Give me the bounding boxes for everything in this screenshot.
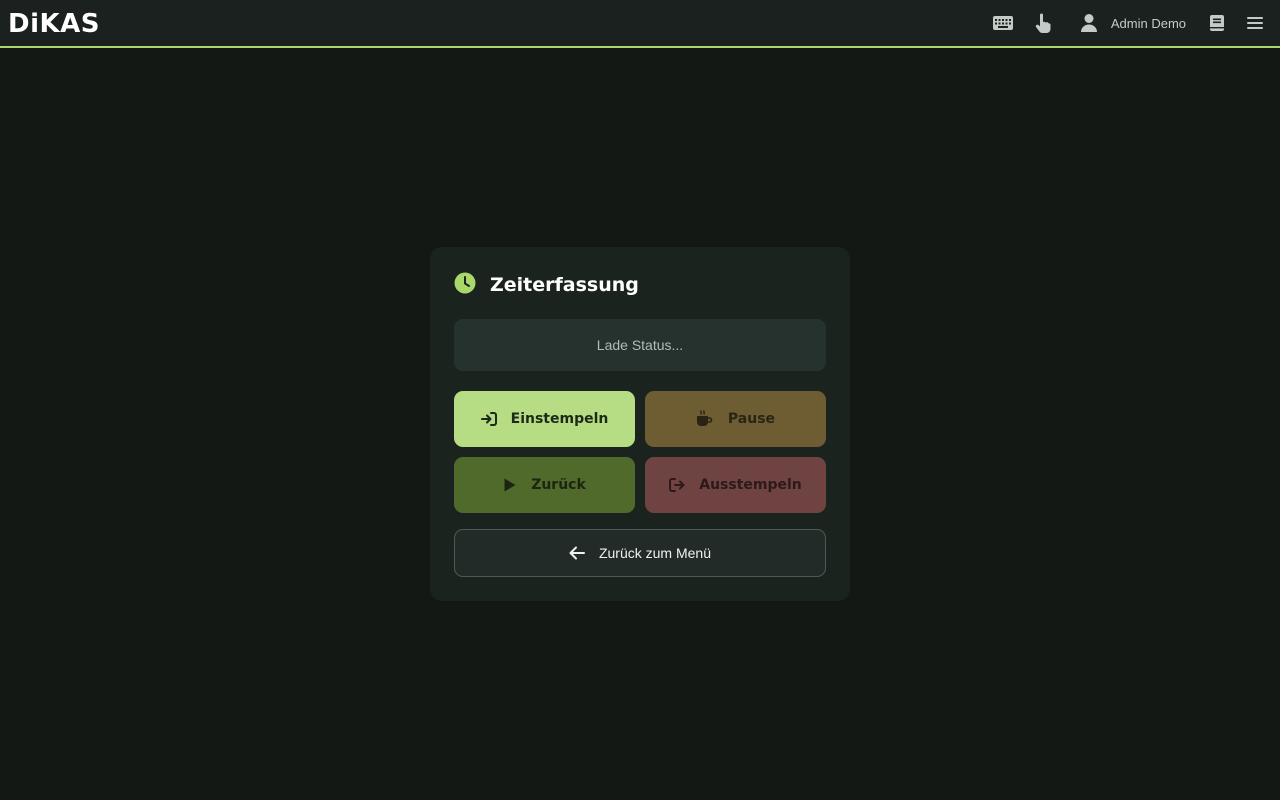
resume-label: Zurück — [531, 477, 586, 493]
clock-icon — [454, 272, 476, 298]
pause-label: Pause — [727, 411, 776, 427]
play-icon — [503, 477, 517, 493]
resume-button[interactable]: Zurück — [454, 457, 635, 513]
clock-in-label: Einstempeln — [510, 411, 609, 427]
pause-button[interactable]: Pause — [645, 391, 826, 447]
time-tracking-card: Zeiterfassung Lade Status... Einstempeln… — [430, 247, 850, 601]
arrow-left-icon — [569, 546, 585, 560]
logo-text: DiKAS — [8, 9, 100, 39]
book-icon[interactable] — [1206, 12, 1228, 34]
clock-out-label: Ausstempeln — [699, 477, 802, 493]
clock-in-button[interactable]: Einstempeln — [454, 391, 635, 447]
card-title: Zeiterfassung — [490, 274, 639, 296]
top-bar: DiKAS Admin Demo — [0, 0, 1280, 48]
topbar-actions: Admin Demo — [992, 0, 1266, 46]
card-header: Zeiterfassung — [454, 272, 639, 298]
coffee-icon — [696, 410, 714, 428]
user-icon[interactable] — [1078, 12, 1100, 34]
touch-icon[interactable] — [1032, 12, 1054, 34]
user-name[interactable]: Admin Demo — [1111, 16, 1186, 31]
status-text: Lade Status... — [596, 337, 684, 353]
menu-icon[interactable] — [1244, 12, 1266, 34]
keyboard-icon[interactable] — [992, 12, 1014, 34]
status-box: Lade Status... — [454, 319, 826, 371]
back-to-menu-button[interactable]: Zurück zum Menü — [454, 529, 826, 577]
sign-in-icon — [480, 411, 497, 427]
back-to-menu-label: Zurück zum Menü — [598, 545, 712, 561]
app-logo[interactable]: DiKAS — [8, 8, 100, 40]
clock-out-button[interactable]: Ausstempeln — [645, 457, 826, 513]
sign-out-icon — [669, 477, 685, 493]
